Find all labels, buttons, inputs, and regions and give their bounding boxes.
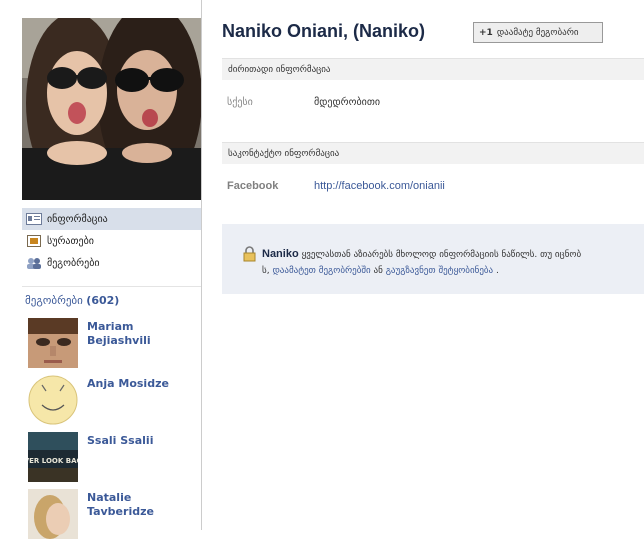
friends-icon [27,258,41,269]
friend-avatar[interactable] [28,489,78,539]
nav-item-info[interactable]: ინფორმაცია [22,208,201,230]
privacy-line2-prefix: ს, [262,266,273,276]
info-card-icon [26,213,42,225]
send-message-link[interactable]: გაუგზავნეთ შეტყობინება [386,266,493,276]
privacy-line1: ყველასთან აზიარებს მხოლოდ ინფორმაციის ნა… [301,250,582,260]
friend-avatar[interactable]: EVER LOOK BACK [28,432,78,482]
profile-picture[interactable] [22,18,201,200]
privacy-line2-mid: ან [370,266,386,276]
profile-photo-image [22,18,201,200]
privacy-text: Naniko ყველასთან აზიარებს მხოლოდ ინფორმა… [262,246,644,279]
privacy-name[interactable]: Naniko [262,248,299,260]
friend-avatar-image: EVER LOOK BACK [28,432,78,482]
add-friend-label: დაამატე მეგობარი [496,27,579,38]
nav-item-label: ინფორმაცია [47,213,108,225]
friend-avatar-image [28,489,78,539]
sex-value: მდედრობითი [314,97,381,108]
friend-name[interactable]: Mariam Bejiashvili [87,320,197,348]
friend-avatar[interactable] [28,318,78,368]
left-column: ინფორმაცია სურათები მეგობრები მეგობრები … [0,0,202,539]
friend-avatar-image [28,318,78,368]
thumb-caption: EVER LOOK BACK [28,457,78,465]
friends-heading[interactable]: მეგობრები (602) [25,294,119,307]
sex-label: სქესი [227,97,253,108]
divider [22,286,201,287]
basic-info-heading: ძირითადი ინფორმაცია [222,58,644,80]
page-title: Naniko Oniani, (Naniko) [222,21,426,41]
friend-avatar[interactable] [28,375,78,425]
friends-count: (602) [86,294,120,307]
friend-item[interactable]: Mariam Bejiashvili [28,318,198,368]
friend-name[interactable]: Natalie Tavberidze [87,491,197,519]
friend-name[interactable]: Anja Mosidze [87,377,197,391]
contact-info-heading: საკონტაქტო ინფორმაცია [222,142,644,164]
friend-name[interactable]: Ssali Ssalii [87,434,197,448]
add-friend-button[interactable]: +1 დაამატე მეგობარი [473,22,603,43]
add-to-friends-link[interactable]: დაამატეთ მეგობრებში [272,266,370,276]
add-friend-plus: +1 [479,27,493,38]
lock-icon [243,246,256,262]
friends-heading-label: მეგობრები [25,294,83,307]
friend-item[interactable]: Anja Mosidze [28,375,198,425]
profile-nav: ინფორმაცია სურათები მეგობრები [22,208,201,274]
facebook-label: Facebook [227,180,279,192]
privacy-notice: Naniko ყველასთან აზიარებს მხოლოდ ინფორმა… [222,224,644,294]
photos-icon [27,235,41,247]
facebook-link[interactable]: http://facebook.com/onianii [314,180,445,192]
nav-item-friends[interactable]: მეგობრები [22,252,201,274]
friend-avatar-image [28,375,78,425]
friend-item[interactable]: Natalie Tavberidze [28,489,198,539]
nav-item-label: სურათები [47,235,94,247]
nav-item-label: მეგობრები [47,257,100,269]
nav-item-photos[interactable]: სურათები [22,230,201,252]
friend-item[interactable]: EVER LOOK BACK Ssali Ssalii [28,432,198,482]
privacy-line2-suffix: . [493,266,499,276]
